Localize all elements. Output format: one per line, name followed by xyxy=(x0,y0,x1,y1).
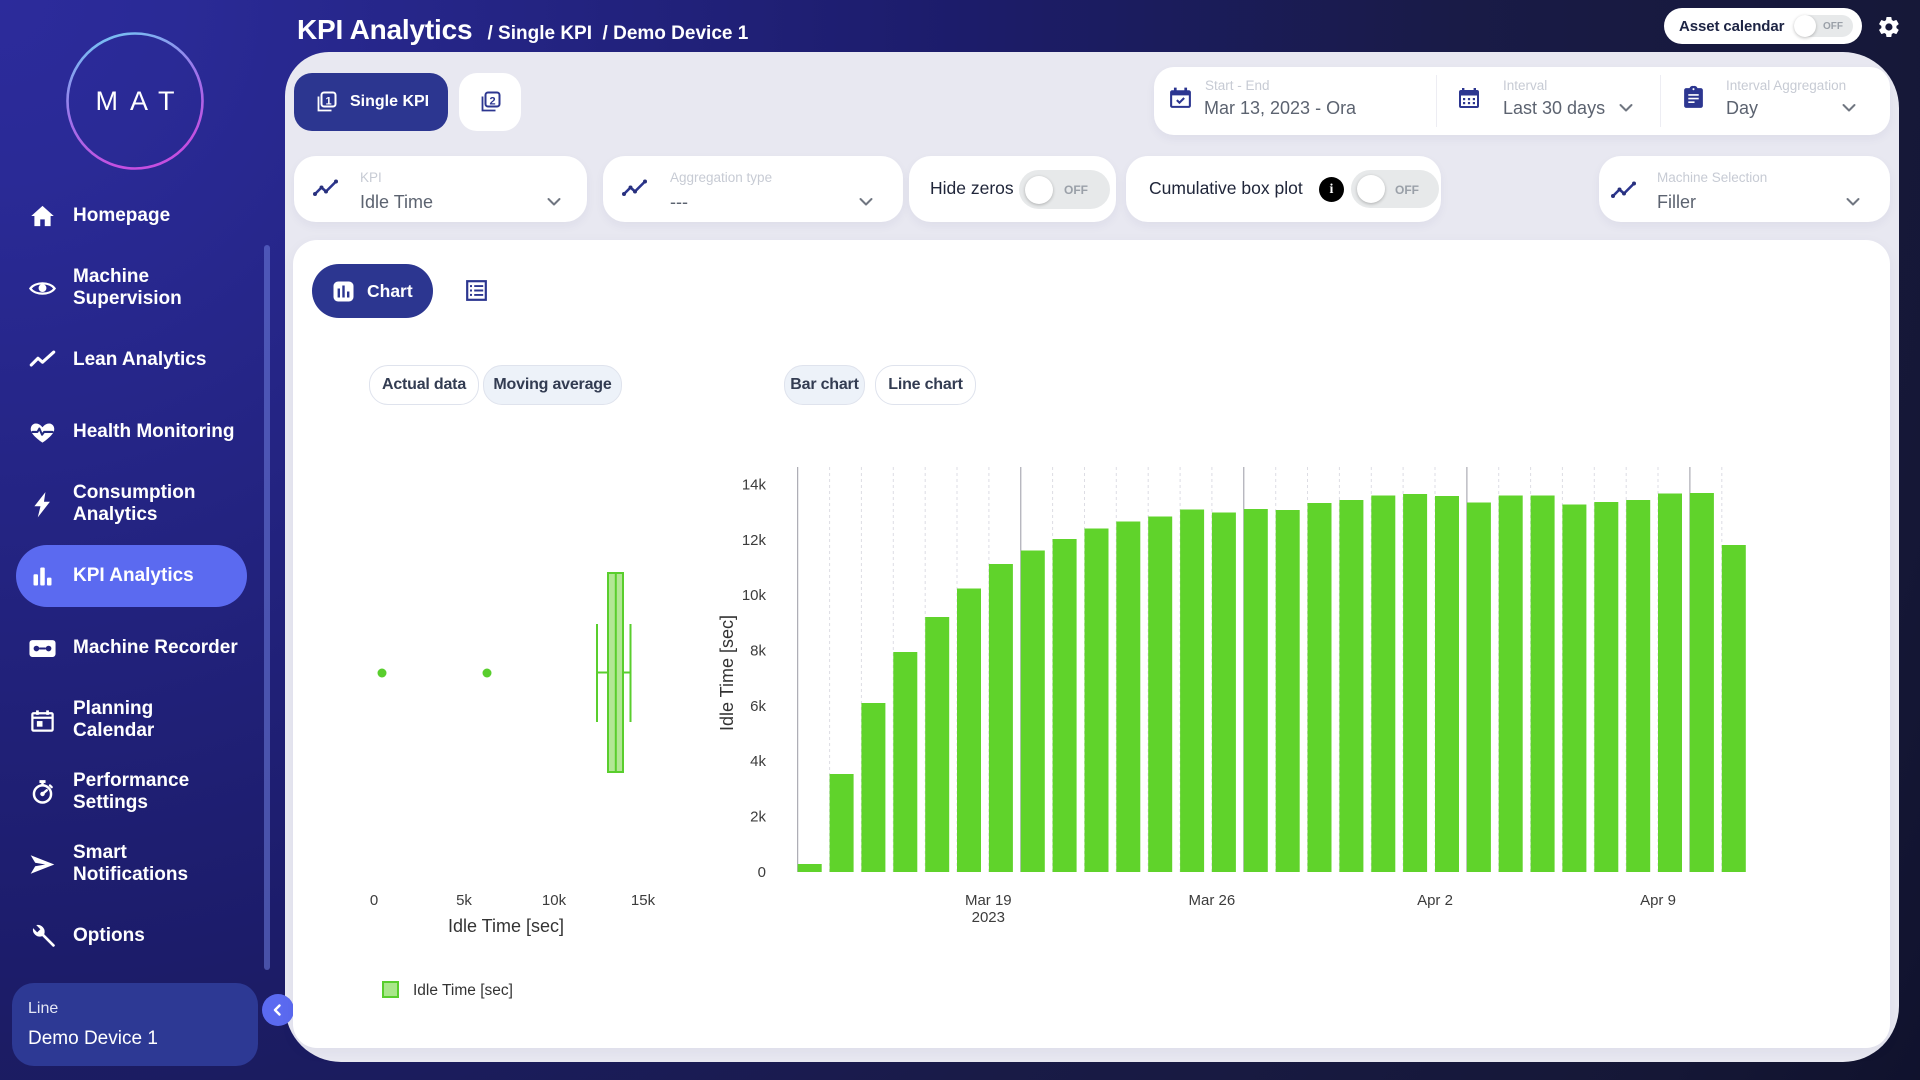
svg-text:Mar 19: Mar 19 xyxy=(965,892,1012,909)
svg-text:5k: 5k xyxy=(456,892,472,909)
svg-text:Idle Time [sec]: Idle Time [sec] xyxy=(717,615,737,731)
svg-text:6k: 6k xyxy=(750,698,766,715)
svg-text:Apr 2: Apr 2 xyxy=(1417,892,1453,909)
svg-text:0: 0 xyxy=(758,864,766,881)
svg-text:0: 0 xyxy=(370,892,378,909)
svg-text:Apr 9: Apr 9 xyxy=(1640,892,1676,909)
svg-text:2k: 2k xyxy=(750,809,766,826)
svg-text:4k: 4k xyxy=(750,753,766,770)
svg-text:8k: 8k xyxy=(750,643,766,660)
svg-text:Idle Time [sec]: Idle Time [sec] xyxy=(413,982,513,999)
svg-text:1: 1 xyxy=(325,95,331,107)
svg-text:2023: 2023 xyxy=(972,909,1005,926)
svg-text:15k: 15k xyxy=(631,892,656,909)
svg-text:10k: 10k xyxy=(742,587,767,604)
svg-text:Idle Time [sec]: Idle Time [sec] xyxy=(448,916,564,936)
svg-text:2: 2 xyxy=(489,95,495,107)
svg-text:10k: 10k xyxy=(542,892,567,909)
svg-text:12k: 12k xyxy=(742,532,767,549)
svg-text:14k: 14k xyxy=(742,477,767,494)
svg-text:Mar 26: Mar 26 xyxy=(1189,892,1236,909)
